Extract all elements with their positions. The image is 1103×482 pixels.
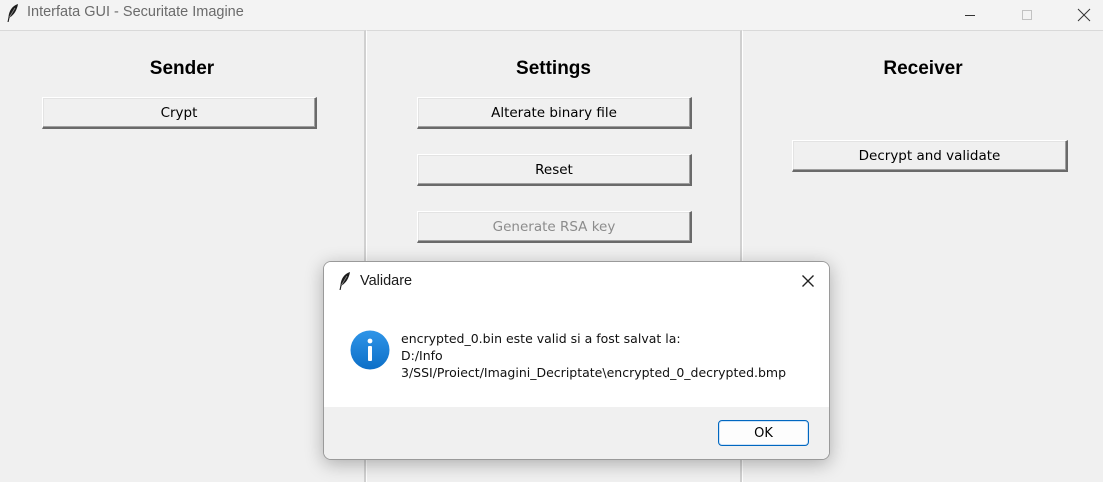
validation-dialog: Validare encrypted_0.bin este valid si a… xyxy=(323,261,830,460)
minimize-icon xyxy=(965,15,975,16)
dialog-title: Validare xyxy=(360,273,413,289)
message-line: 3/SSI/Proiect/Imagini_Decriptate\encrypt… xyxy=(401,365,787,380)
receiver-heading: Receiver xyxy=(883,58,963,79)
sender-panel: Sender Crypt xyxy=(0,30,366,482)
maximize-button[interactable] xyxy=(1004,0,1050,30)
minimize-button[interactable] xyxy=(947,0,993,30)
feather-icon xyxy=(339,272,350,290)
close-button[interactable] xyxy=(1061,0,1103,30)
window-titlebar: Interfata GUI - Securitate Imagine xyxy=(0,0,1103,30)
dialog-close-button[interactable] xyxy=(786,262,829,300)
close-icon xyxy=(1077,8,1091,22)
dialog-titlebar: Validare xyxy=(324,262,829,300)
ok-button[interactable]: OK xyxy=(718,420,809,446)
info-icon xyxy=(350,330,390,370)
message-line: encrypted_0.bin este valid si a fost sal… xyxy=(401,331,681,346)
feather-icon xyxy=(7,4,18,22)
decrypt-and-validate-button[interactable]: Decrypt and validate xyxy=(792,140,1068,172)
dialog-body: encrypted_0.bin este valid si a fost sal… xyxy=(324,300,829,407)
crypt-button[interactable]: Crypt xyxy=(42,97,317,129)
dialog-footer: OK xyxy=(324,407,829,459)
message-line: D:/Info xyxy=(401,348,443,363)
close-icon xyxy=(802,275,814,287)
settings-heading: Settings xyxy=(516,58,591,79)
sender-heading: Sender xyxy=(149,58,215,79)
dialog-message: encrypted_0.bin este valid si a fost sal… xyxy=(401,330,786,381)
generate-rsa-key-button[interactable]: Generate RSA key xyxy=(417,211,692,243)
window-title: Interfata GUI - Securitate Imagine xyxy=(27,4,244,20)
alterate-binary-file-button[interactable]: Alterate binary file xyxy=(417,97,692,129)
maximize-icon xyxy=(1022,10,1032,20)
reset-button[interactable]: Reset xyxy=(417,154,692,186)
